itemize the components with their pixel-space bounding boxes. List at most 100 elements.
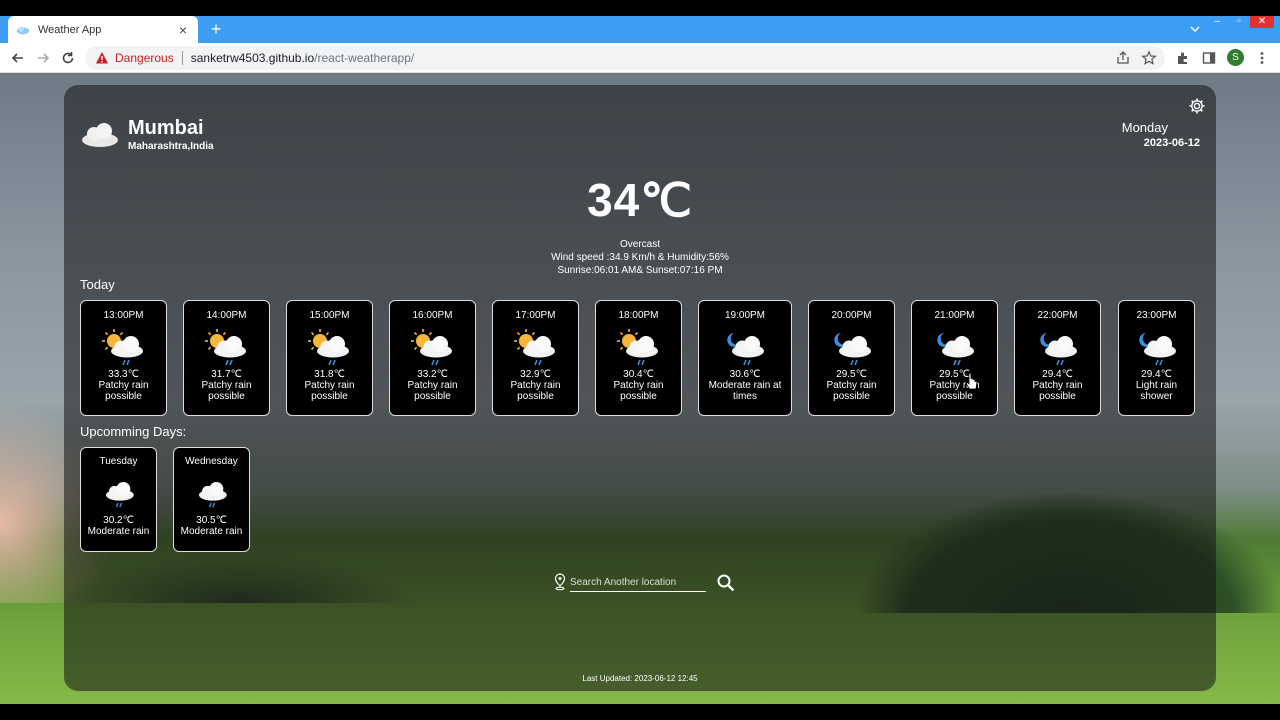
extensions-icon[interactable]	[1175, 50, 1191, 66]
hourly-card: 21:00PM 29.5℃ Patchy rain possible	[911, 300, 998, 416]
gear-icon[interactable]	[1188, 97, 1206, 115]
hourly-time: 17:00PM	[515, 310, 556, 321]
new-tab-button[interactable]: +	[207, 20, 225, 38]
wind-humidity: Wind speed :34.9 Km/h & Humidity:56%	[551, 252, 729, 263]
tab-strip: Weather App × + – ▫ ✕	[0, 16, 1280, 43]
url-path: /react-weatherapp/	[314, 51, 415, 65]
sun-cloud-rain-icon	[616, 329, 658, 366]
sun-cloud-rain-icon	[101, 329, 143, 366]
sun-cloud-rain-icon	[307, 329, 349, 366]
browser-toolbar: Dangerous sanketrw4503.github.io/react-w…	[0, 43, 1280, 73]
hourly-desc: Patchy rain possible	[510, 380, 561, 402]
hourly-temp: 33.3℃	[108, 369, 139, 380]
hourly-desc: Patchy rain possible	[929, 380, 980, 402]
hourly-temp: 29.4℃	[1042, 369, 1073, 380]
window-controls: – ▫ ✕	[1206, 16, 1274, 30]
hourly-temp: 29.5℃	[836, 369, 867, 380]
hourly-time: 15:00PM	[309, 310, 350, 321]
chevron-down-icon[interactable]	[1188, 22, 1202, 36]
hourly-time: 20:00PM	[831, 310, 872, 321]
omnibox-separator	[181, 51, 183, 65]
moon-cloud-rain-icon	[833, 333, 871, 366]
close-window-button[interactable]: ✕	[1250, 16, 1274, 28]
hourly-temp: 29.5℃	[939, 369, 970, 380]
hourly-desc: Patchy rain possible	[98, 380, 149, 402]
warning-icon[interactable]	[95, 51, 109, 65]
hourly-card: 17:00PM 32.9℃ Patchy rain possible	[492, 300, 579, 416]
today-heading: Today	[80, 277, 115, 292]
hourly-card: 20:00PM 29.5℃ Patchy rain possible	[808, 300, 895, 416]
upcoming-temp: 30.2℃	[103, 515, 134, 526]
hourly-card: 15:00PM 31.8℃ Patchy rain possible	[286, 300, 373, 416]
hourly-temp: 30.6℃	[729, 369, 761, 380]
sun-cloud-rain-icon	[410, 329, 452, 366]
current-condition: Overcast	[619, 239, 660, 250]
minimize-button[interactable]: –	[1206, 16, 1228, 28]
maximize-button[interactable]: ▫	[1228, 16, 1250, 28]
address-bar[interactable]: Dangerous sanketrw4503.github.io/react-w…	[85, 46, 1165, 70]
upcoming-card: Wednesday 30.5℃ Moderate rain	[173, 447, 250, 552]
hourly-time: 14:00PM	[206, 310, 247, 321]
hourly-card: 23:00PM 29.4℃ Light rain shower	[1118, 300, 1195, 416]
hourly-temp: 29.4℃	[1141, 369, 1172, 380]
hourly-temp: 33.2℃	[417, 369, 448, 380]
hourly-card: 16:00PM 33.2℃ Patchy rain possible	[389, 300, 476, 416]
sunrise-sunset: Sunrise:06:01 AM& Sunset:07:16 PM	[557, 265, 723, 276]
hourly-time: 22:00PM	[1037, 310, 1078, 321]
screen-bottom-border	[0, 704, 1280, 720]
hourly-card: 22:00PM 29.4℃ Patchy rain possible	[1014, 300, 1101, 416]
upcoming-heading: Upcomming Days:	[80, 424, 187, 439]
hourly-desc: Light rain shower	[1135, 380, 1178, 402]
moon-cloud-rain-icon	[1039, 333, 1077, 366]
hourly-card: 13:00PM 33.3℃ Patchy rain possible	[80, 300, 167, 416]
screen-top-border	[0, 0, 1280, 16]
upcoming-day: Wednesday	[185, 456, 238, 467]
hourly-desc: Patchy rain possible	[407, 380, 458, 402]
current-day: Monday	[1121, 120, 1168, 135]
hourly-desc: Patchy rain possible	[826, 380, 877, 402]
reload-icon[interactable]	[60, 50, 76, 66]
tab-close-icon[interactable]: ×	[176, 22, 190, 38]
upcoming-day: Tuesday	[99, 456, 138, 467]
forward-arrow-icon[interactable]	[35, 50, 51, 66]
moon-cloud-rain-icon	[936, 333, 974, 366]
hourly-time: 19:00PM	[724, 310, 766, 321]
hourly-desc: Patchy rain possible	[613, 380, 664, 402]
hourly-card: 18:00PM 30.4℃ Patchy rain possible	[595, 300, 682, 416]
region-name: Maharashtra,India	[128, 141, 214, 152]
upcoming-temp: 30.5℃	[196, 515, 227, 526]
hourly-time: 21:00PM	[934, 310, 975, 321]
hourly-temp: 31.8℃	[314, 369, 345, 380]
hourly-time: 18:00PM	[618, 310, 659, 321]
upcoming-desc: Moderate rain	[180, 526, 243, 537]
hourly-temp: 30.4℃	[623, 369, 654, 380]
toolbar-right: S	[1175, 49, 1270, 66]
hourly-time: 13:00PM	[103, 310, 144, 321]
star-icon[interactable]	[1141, 50, 1157, 66]
back-arrow-icon[interactable]	[10, 50, 26, 66]
hourly-temp: 31.7℃	[211, 369, 242, 380]
profile-avatar[interactable]: S	[1227, 49, 1244, 66]
search-input[interactable]	[570, 574, 706, 592]
city-name: Mumbai	[128, 117, 204, 139]
last-updated: Last Updated: 2023-06-12 12:45	[582, 674, 698, 683]
omnibox-actions	[1115, 50, 1157, 66]
current-date: 2023-06-12	[1143, 137, 1200, 149]
hourly-desc: Moderate rain at times	[708, 380, 782, 402]
hourly-time: 16:00PM	[412, 310, 453, 321]
weather-app-card: Mumbai Maharashtra,India Monday 2023-06-…	[64, 85, 1216, 691]
hourly-temp: 32.9℃	[520, 369, 551, 380]
location-pin-icon	[554, 573, 566, 591]
tab-weather-app[interactable]: Weather App ×	[8, 16, 198, 43]
security-label[interactable]: Dangerous	[115, 51, 174, 65]
hourly-card: 14:00PM 31.7℃ Patchy rain possible	[183, 300, 270, 416]
search-icon[interactable]	[716, 573, 736, 593]
share-icon[interactable]	[1115, 50, 1131, 66]
side-panel-icon[interactable]	[1201, 50, 1217, 66]
upcoming-card: Tuesday 30.2℃ Moderate rain	[80, 447, 157, 552]
hourly-desc: Patchy rain possible	[1032, 380, 1083, 402]
cloud-rain-icon	[198, 481, 227, 508]
mouse-cursor-icon	[966, 373, 978, 390]
upcoming-desc: Moderate rain	[87, 526, 150, 537]
more-menu-icon[interactable]	[1254, 50, 1270, 66]
